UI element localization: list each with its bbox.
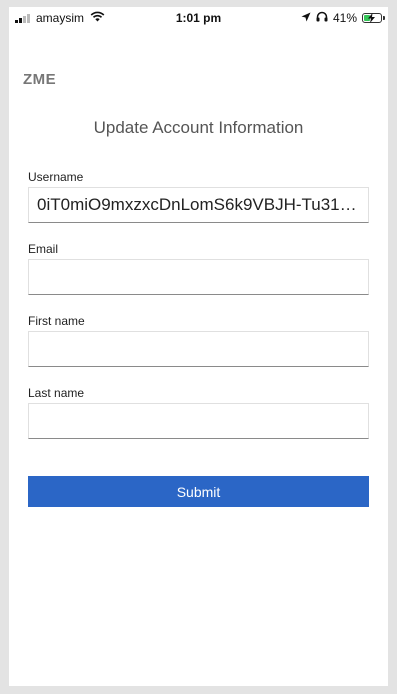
submit-button[interactable]: Submit [28,476,369,507]
email-label: Email [28,242,59,256]
first-name-label: First name [28,314,85,328]
username-label: Username [28,170,84,184]
page-title: Update Account Information [93,118,304,137]
email-field[interactable] [28,259,369,295]
headphones-icon [316,11,328,25]
username-field[interactable] [28,187,369,223]
last-name-field[interactable] [28,403,369,439]
last-name-label: Last name [28,386,85,400]
first-name-field[interactable] [28,331,369,367]
brand-logo: ZME [23,71,57,88]
status-bar-right: 41% [301,11,385,25]
battery-charging-icon [362,13,385,23]
status-bar: amaysim 1:01 pm 41% [9,7,388,29]
app-screen: amaysim 1:01 pm 41% ZME Update Account I… [9,7,388,686]
location-arrow-icon [301,11,311,25]
battery-percent: 41% [332,11,357,25]
